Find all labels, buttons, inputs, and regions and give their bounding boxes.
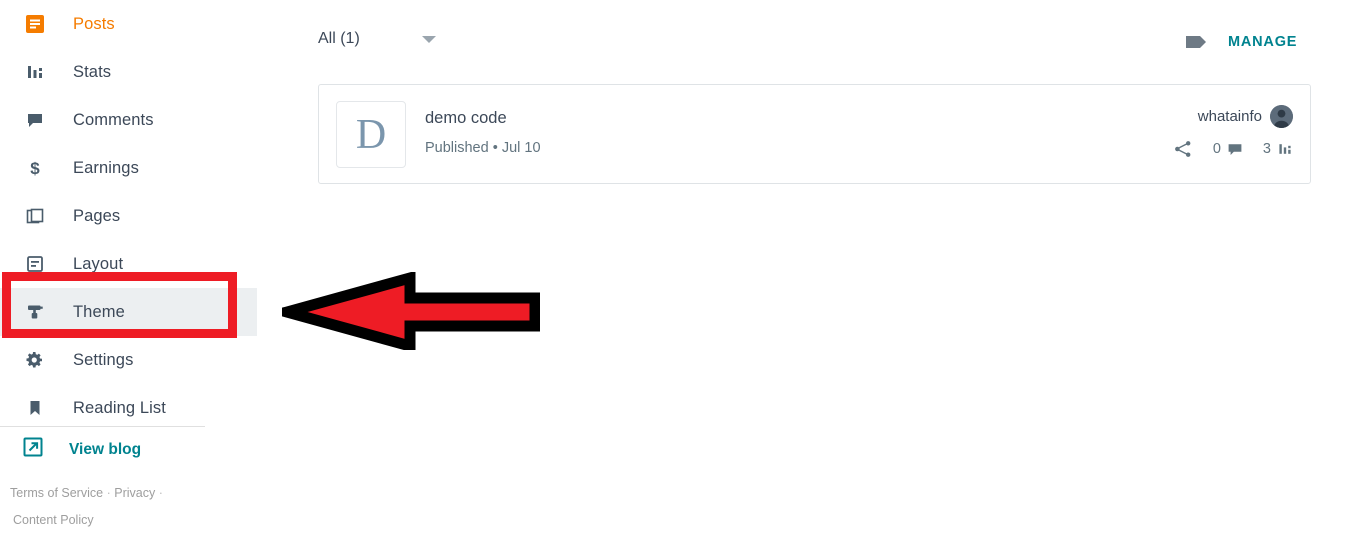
share-button[interactable] [1173,139,1193,159]
comment-icon [1228,144,1242,155]
sidebar-item-label: Settings [73,350,134,369]
settings-icon [22,347,48,373]
post-thumbnail: D [336,101,406,168]
sidebar-nav-list: Posts Stats Comments $ Earnings Pages La… [0,0,257,432]
sidebar-item-reading-list[interactable]: Reading List [0,384,257,432]
post-stats: 0 3 [1153,139,1293,159]
post-date: Jul 10 [501,140,541,156]
terms-of-service-link[interactable]: Terms of Service [10,486,103,500]
view-count-value: 3 [1262,141,1271,157]
avatar[interactable] [1270,105,1293,128]
sidebar-item-layout[interactable]: Layout [0,240,257,288]
post-list-item[interactable]: D demo code Published • Jul 10 whatainfo [318,84,1311,184]
sidebar-item-label: Comments [73,110,154,129]
stats-icon [22,59,48,85]
sidebar-item-earnings[interactable]: $ Earnings [0,144,257,192]
comments-icon [22,107,48,133]
sidebar-item-theme[interactable]: Theme [0,288,257,336]
theme-icon [22,299,48,325]
sidebar-item-label: Posts [73,14,115,33]
post-title[interactable]: demo code [425,109,507,128]
earnings-icon: $ [22,155,48,181]
sidebar-item-label: Earnings [73,158,139,177]
sidebar: Posts Stats Comments $ Earnings Pages La… [0,0,257,559]
sidebar-item-label: Pages [73,206,121,225]
blogger-dashboard: Posts Stats Comments $ Earnings Pages La… [0,0,1345,559]
post-comment-count[interactable]: 0 [1213,141,1243,157]
post-thumbnail-letter: D [355,111,387,158]
sidebar-item-posts[interactable]: Posts [0,0,257,48]
sidebar-item-comments[interactable]: Comments [0,96,257,144]
footer-line-1: Terms of Service · Privacy · [10,480,230,507]
post-status: Published [425,140,489,156]
svg-text:$: $ [30,159,40,178]
post-author: whatainfo [1198,105,1293,128]
sidebar-footer: Terms of Service · Privacy · Content Pol… [10,480,230,534]
view-blog-link[interactable]: View blog [22,436,141,463]
post-meta-separator: • [492,140,498,156]
post-filter-dropdown[interactable]: All (1) [318,30,436,48]
post-meta: Published • Jul 10 [425,140,541,156]
view-blog-label: View blog [69,440,142,458]
reading-list-icon [22,395,48,421]
privacy-link[interactable]: Privacy [114,486,155,500]
posts-icon [22,11,48,37]
sidebar-item-stats[interactable]: Stats [0,48,257,96]
external-link-icon [22,436,44,463]
sidebar-item-pages[interactable]: Pages [0,192,257,240]
pages-icon [22,203,48,229]
footer-separator: · [106,486,111,500]
layout-icon [22,251,48,277]
content-policy-link[interactable]: Content Policy [13,513,94,527]
post-author-name: whatainfo [1197,108,1262,125]
sidebar-item-label: Layout [73,254,124,273]
footer-line-2: Content Policy [10,507,230,534]
red-arrow-annotation [266,270,541,355]
sidebar-scrollbar-track[interactable] [257,0,527,559]
sidebar-item-label: Stats [73,62,112,81]
chevron-down-icon [421,35,436,43]
posts-toolbar: All (1) MANAGE [271,0,1345,88]
label-tag-icon[interactable] [1185,33,1211,56]
post-view-count[interactable]: 3 [1263,141,1293,157]
comment-count-value: 0 [1212,141,1221,157]
sidebar-item-settings[interactable]: Settings [0,336,257,384]
footer-separator: · [158,486,163,500]
manage-button[interactable]: MANAGE [1228,34,1297,50]
post-filter-label: All (1) [318,30,360,47]
sidebar-divider [0,426,205,427]
sidebar-item-label: Theme [73,302,125,321]
sidebar-item-label: Reading List [73,398,166,417]
stats-bar-icon [1279,144,1291,154]
